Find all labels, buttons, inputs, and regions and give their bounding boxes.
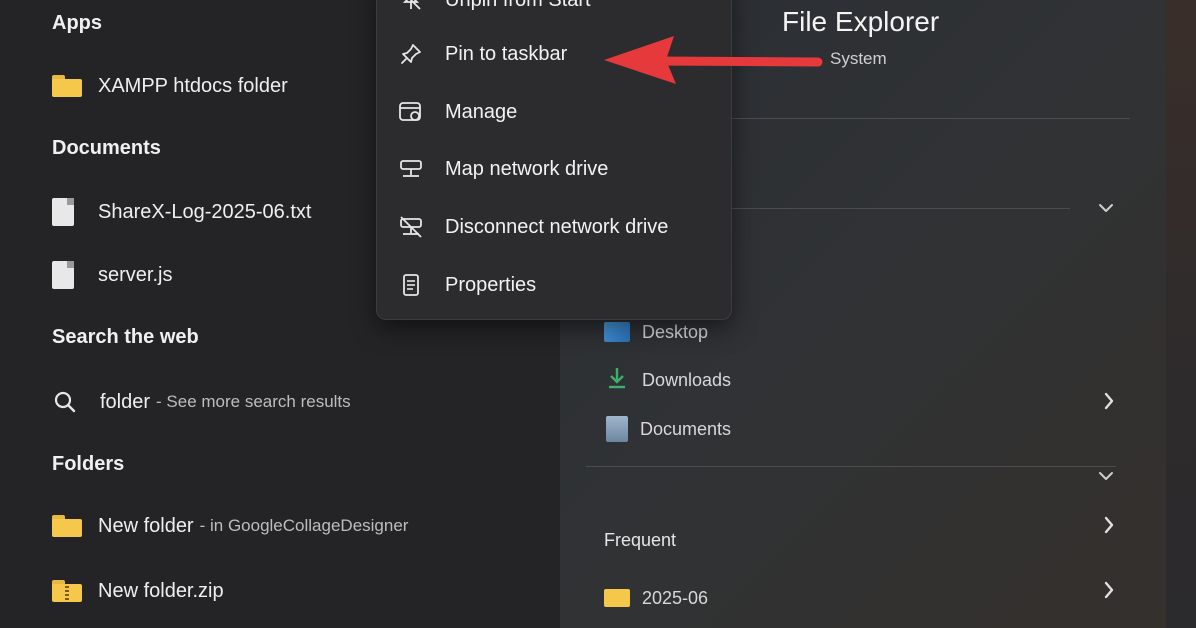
folder-icon — [604, 589, 630, 607]
menu-item-label: Properties — [445, 273, 537, 296]
unpin-icon — [377, 0, 445, 12]
quick-link-desktop[interactable]: Desktop — [604, 315, 708, 349]
search-query-label: folder — [100, 390, 151, 413]
menu-item-label: Manage — [445, 100, 518, 123]
result-label: XAMPP htdocs folder — [98, 74, 288, 97]
menu-item-map-network-drive[interactable]: Map network drive — [377, 144, 731, 194]
quick-link-label: Documents — [640, 418, 732, 439]
documents-icon — [606, 416, 628, 442]
menu-item-manage[interactable]: Manage — [377, 87, 731, 137]
frequent-heading: Frequent — [604, 530, 677, 550]
result-label: server.js — [98, 263, 173, 286]
chevron-down-icon[interactable] — [1096, 200, 1116, 221]
section-heading-apps: Apps — [52, 12, 102, 34]
chevron-right-icon[interactable] — [1102, 390, 1116, 417]
frequent-item-2025-06[interactable]: 2025-06 — [604, 581, 708, 615]
divider — [730, 208, 1070, 209]
document-icon — [52, 261, 88, 289]
search-icon — [52, 388, 88, 416]
disconnect-network-drive-icon — [377, 215, 445, 239]
frequent-item-label: 2025-06 — [642, 587, 709, 608]
menu-item-unpin-from-start[interactable]: Unpin from Start — [377, 0, 731, 25]
result-location: - in GoogleCollageDesigner — [199, 516, 409, 535]
result-label: ShareX-Log-2025-06.txt — [98, 200, 312, 223]
properties-icon — [377, 273, 445, 297]
app-subtitle: System — [830, 49, 887, 68]
right-edge-background — [1166, 0, 1196, 628]
download-icon — [604, 365, 630, 396]
chevron-right-icon[interactable] — [1102, 514, 1116, 541]
divider — [730, 118, 1130, 119]
folder-icon — [52, 512, 88, 540]
menu-item-label: Map network drive — [445, 157, 609, 180]
section-heading-folders: Folders — [52, 453, 125, 475]
divider — [586, 466, 1116, 467]
chevron-right-icon[interactable] — [1102, 579, 1116, 606]
quick-link-documents[interactable]: Documents — [604, 412, 731, 446]
search-hint: - See more search results — [156, 392, 351, 411]
menu-item-label: Pin to taskbar — [445, 42, 568, 65]
section-heading-documents: Documents — [52, 137, 161, 159]
result-label: New folder — [98, 514, 194, 537]
map-network-drive-icon — [377, 157, 445, 181]
annotation-arrow — [604, 36, 823, 84]
menu-item-label: Disconnect network drive — [445, 215, 669, 238]
menu-item-label: Unpin from Start — [445, 0, 591, 12]
document-icon — [52, 198, 88, 226]
menu-item-disconnect-network-drive[interactable]: Disconnect network drive — [377, 202, 731, 252]
quick-link-label: Downloads — [642, 369, 732, 390]
quick-link-label: Desktop — [642, 321, 709, 342]
quick-link-downloads[interactable]: Downloads — [604, 363, 731, 397]
zip-folder-icon — [52, 577, 88, 605]
result-label: New folder.zip — [98, 579, 224, 602]
menu-item-properties[interactable]: Properties — [377, 260, 731, 310]
folder-icon — [52, 72, 88, 100]
pin-icon — [377, 42, 445, 66]
manage-icon — [377, 100, 445, 124]
section-heading-search-web: Search the web — [52, 326, 199, 348]
chevron-down-icon[interactable] — [1096, 468, 1116, 489]
desktop-icon — [604, 322, 630, 342]
